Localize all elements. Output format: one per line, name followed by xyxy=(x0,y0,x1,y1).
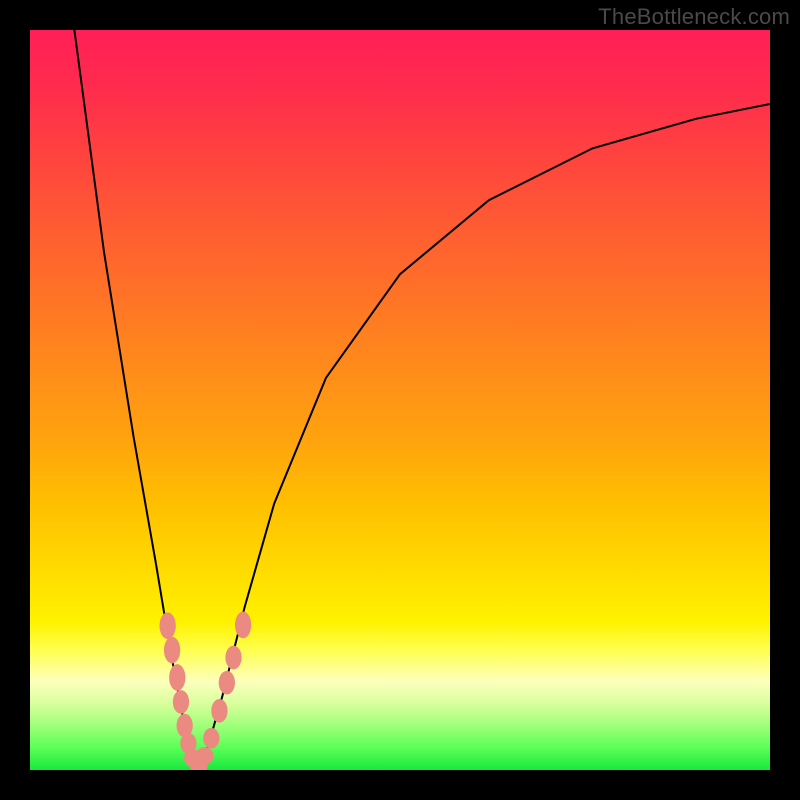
marker-point xyxy=(169,664,185,691)
marker-point xyxy=(164,637,180,664)
marker-point xyxy=(211,699,227,723)
watermark-text: TheBottleneck.com xyxy=(598,4,790,30)
curve-right-branch xyxy=(197,104,771,766)
plot-area xyxy=(30,30,770,770)
marker-point xyxy=(203,728,219,749)
marker-point xyxy=(160,612,176,639)
marker-point xyxy=(235,612,251,639)
chart-svg xyxy=(30,30,770,770)
marker-point xyxy=(196,747,214,765)
marker-point xyxy=(219,671,235,695)
chart-frame: TheBottleneck.com xyxy=(0,0,800,800)
marker-point xyxy=(173,690,189,714)
marker-point xyxy=(225,646,241,670)
